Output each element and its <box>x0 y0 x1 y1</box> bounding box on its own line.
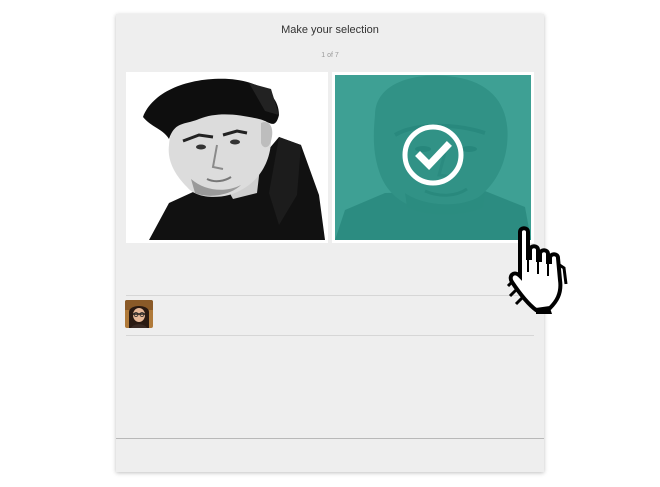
section-divider-bottom <box>126 335 534 336</box>
option-card-right[interactable] <box>332 72 534 243</box>
portrait-image-right <box>335 75 531 240</box>
section-divider-top <box>126 295 534 296</box>
panel-title: Make your selection <box>281 24 379 36</box>
progress-counter: 1 of 7 <box>321 52 339 59</box>
footer-divider <box>116 438 544 439</box>
check-circle-icon <box>402 124 464 185</box>
option-card-left[interactable] <box>126 72 328 243</box>
selection-panel: Make your selection 1 of 7 <box>116 14 544 472</box>
portrait-image-left <box>129 75 325 240</box>
avatar <box>125 300 153 328</box>
